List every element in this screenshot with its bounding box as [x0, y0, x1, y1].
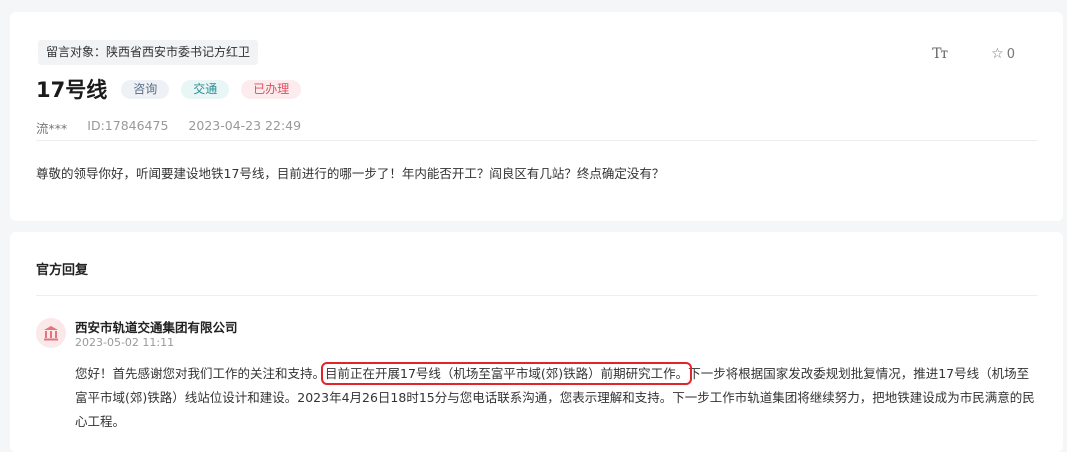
reply-time: 2023-05-02 11:11: [75, 336, 175, 349]
reply-body: 您好！首先感谢您对我们工作的关注和支持。目前正在开展17号线（机场至富平市域(郊…: [75, 362, 1041, 434]
question-body: 尊敬的领导你好，听闻要建设地铁17号线，目前进行的哪一步了！年内能否开工？阎良区…: [36, 166, 665, 181]
tag-traffic: 交通: [181, 79, 230, 99]
page-title: 17号线: [36, 78, 108, 102]
reply-text-intro: 您好！首先感谢您对我们工作的关注和支持。: [75, 366, 326, 381]
reply-org-name: 西安市轨道交通集团有限公司: [75, 320, 238, 335]
divider: [36, 295, 1037, 296]
recipient-label: 留言对象：陕西省西安市委书记方红卫: [38, 40, 259, 65]
question-meta: 流*** ID:17846475 2023-04-23 22:49: [36, 118, 301, 137]
divider: [36, 140, 1037, 141]
question-time: 2023-04-23 22:49: [188, 118, 302, 133]
reply-card: 官方回复 西安市轨道交通集团有限公司 2023-05-02 11:11 您好！首…: [10, 232, 1063, 452]
reply-heading: 官方回复: [36, 263, 89, 278]
question-id: ID:17846475: [87, 118, 169, 133]
title-row: 17号线 咨询 交通 已办理: [36, 74, 313, 104]
toolbar: Tт ☆ 0: [932, 46, 1015, 62]
favorite-button[interactable]: ☆ 0: [991, 46, 1015, 62]
tag-status: 已办理: [241, 79, 302, 99]
favorite-count: 0: [1006, 46, 1015, 62]
font-size-icon[interactable]: Tт: [932, 46, 948, 62]
government-building-icon: [36, 318, 66, 348]
highlighted-text: 目前正在开展17号线（机场至富平市域(郊)铁路）前期研究工作。: [321, 362, 693, 385]
question-card: 留言对象：陕西省西安市委书记方红卫 Tт ☆ 0 17号线 咨询 交通 已办理 …: [10, 12, 1063, 221]
tag-consult: 咨询: [121, 79, 170, 99]
star-icon: ☆: [991, 46, 1004, 62]
user-name: 流***: [36, 121, 68, 136]
